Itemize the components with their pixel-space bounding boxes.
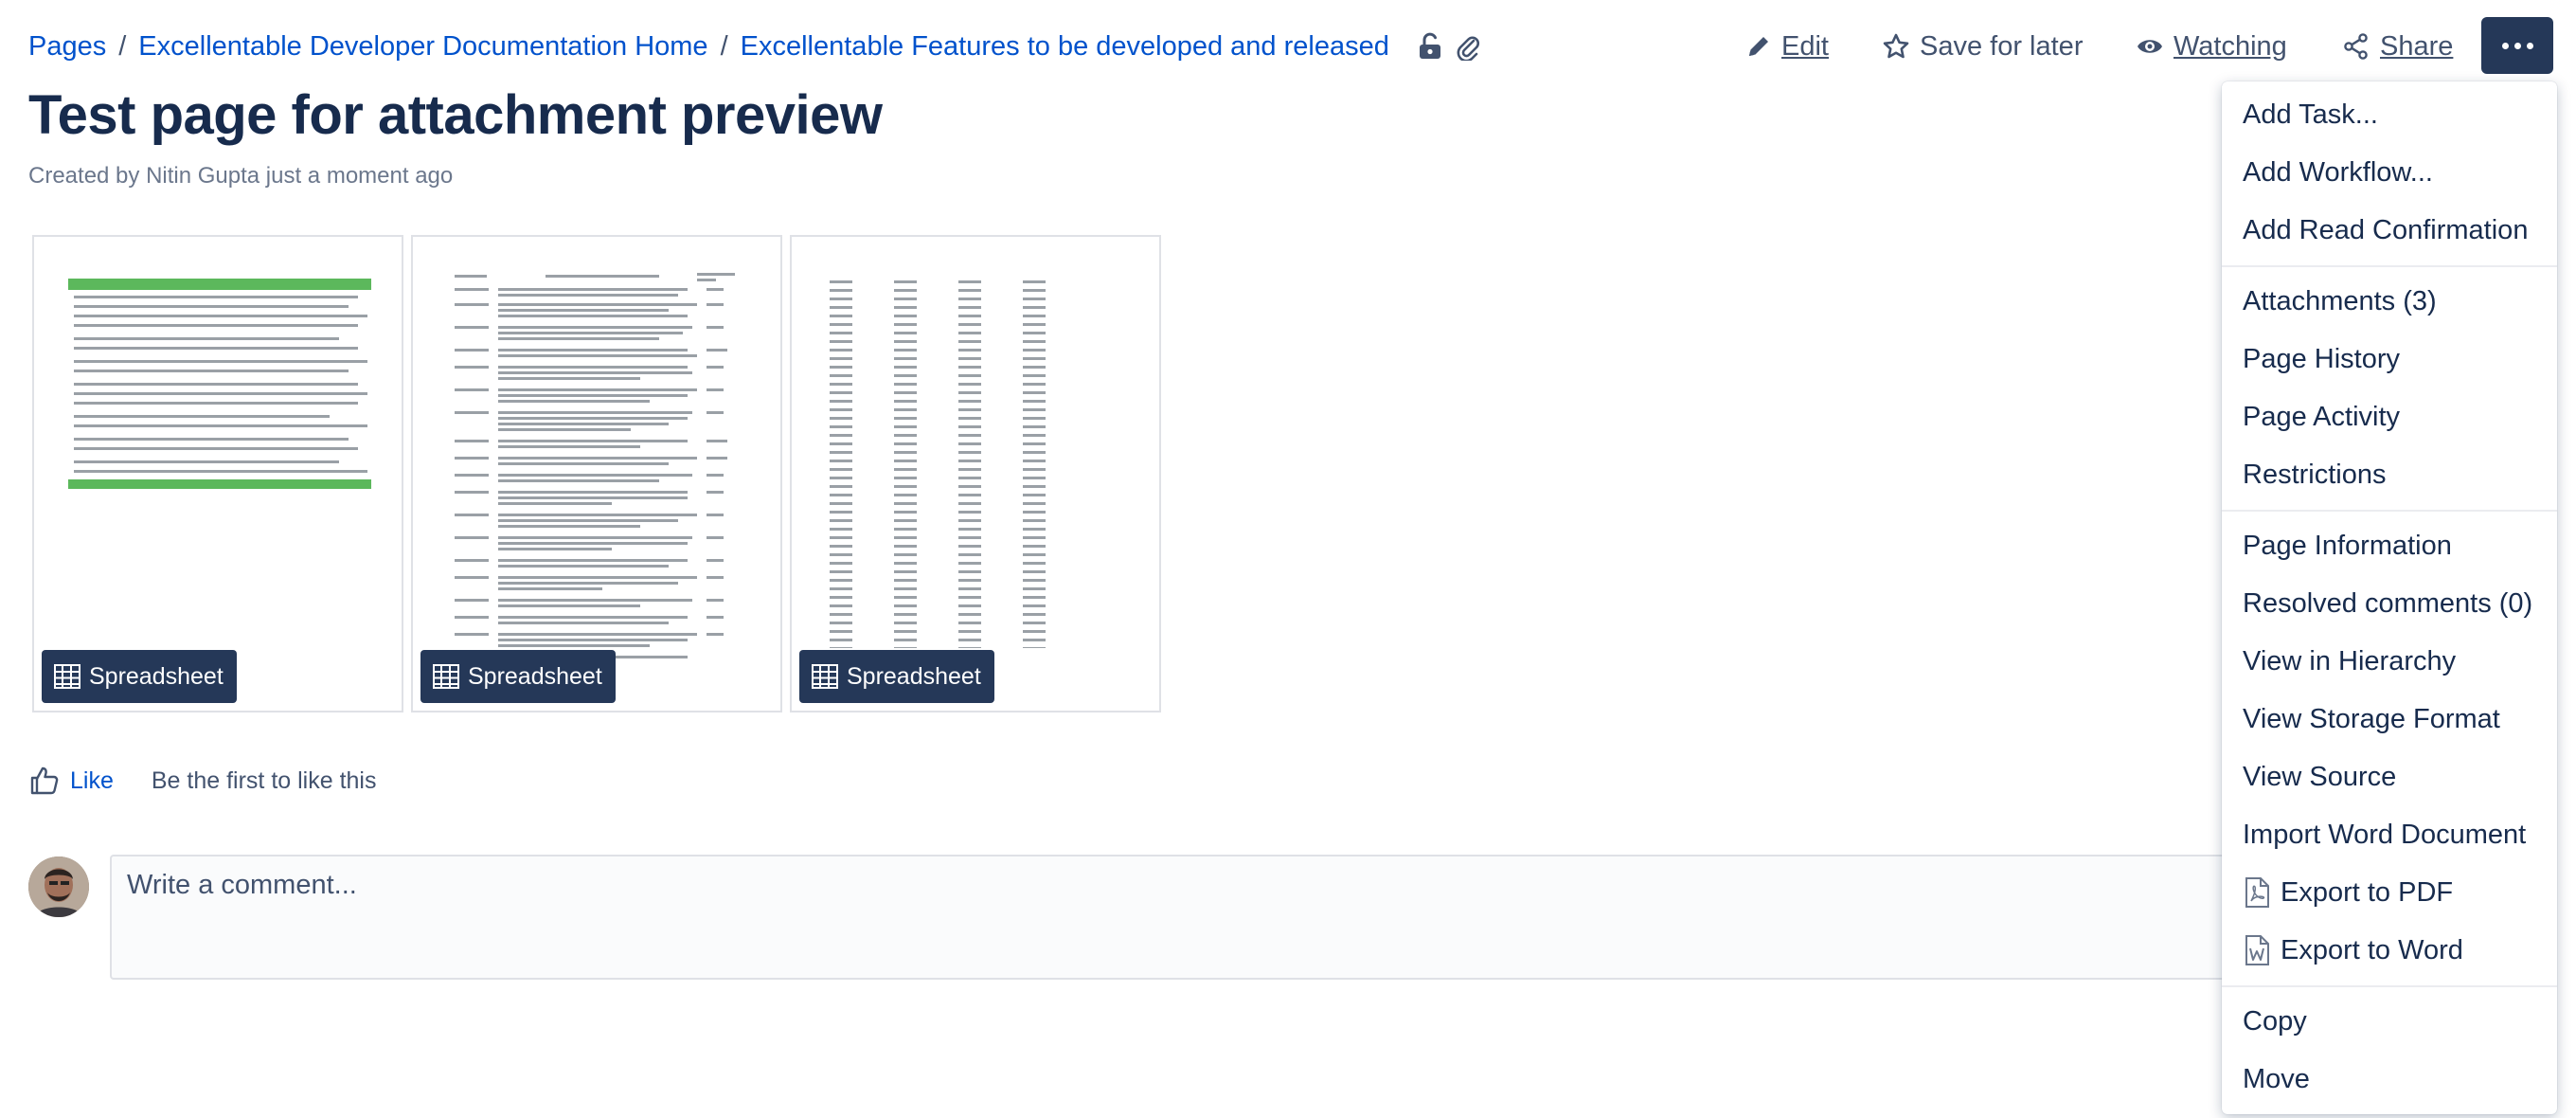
menu-item-page-activity[interactable]: Page Activity bbox=[2243, 393, 2400, 441]
menu-item-resolved-comments[interactable]: Resolved comments (0) bbox=[2243, 580, 2532, 627]
share-icon bbox=[2344, 33, 2368, 60]
spreadsheet-icon bbox=[812, 664, 838, 689]
menu-item-add-read-confirmation[interactable]: Add Read Confirmation bbox=[2243, 207, 2528, 254]
breadcrumb-parent-page[interactable]: Excellentable Features to be developed a… bbox=[741, 31, 1389, 63]
avatar[interactable] bbox=[28, 857, 89, 917]
menu-item-view-in-hierarchy[interactable]: View in Hierarchy bbox=[2243, 638, 2456, 685]
menu-item-label: Add Workflow... bbox=[2243, 156, 2433, 188]
pdf-file-icon bbox=[2245, 877, 2269, 908]
menu-item-label: View in Hierarchy bbox=[2243, 645, 2457, 676]
paperclip-icon[interactable] bbox=[1456, 32, 1480, 61]
badge-label: Spreadsheet bbox=[89, 662, 224, 690]
spreadsheet-badge: Spreadsheet bbox=[799, 650, 994, 703]
menu-divider bbox=[2222, 985, 2557, 987]
menu-item-label: Export to Word bbox=[2281, 934, 2463, 965]
comment-placeholder: Write a comment... bbox=[127, 870, 357, 900]
more-actions-button[interactable] bbox=[2481, 17, 2553, 74]
badge-label: Spreadsheet bbox=[468, 662, 602, 690]
breadcrumb-space-home[interactable]: Excellentable Developer Documentation Ho… bbox=[138, 31, 707, 63]
save-for-later-button[interactable]: Save for later bbox=[1882, 19, 2083, 74]
menu-item-import-word-document[interactable]: Import Word Document bbox=[2243, 811, 2526, 858]
edit-label: Edit bbox=[1781, 30, 1829, 62]
like-summary: Be the first to like this bbox=[151, 766, 377, 794]
menu-item-label: Restrictions bbox=[2243, 459, 2387, 490]
more-dots-icon bbox=[2501, 42, 2509, 49]
menu-item-view-source[interactable]: View Source bbox=[2243, 753, 2396, 801]
menu-item-restrictions[interactable]: Restrictions bbox=[2243, 451, 2387, 498]
like-row: Like Be the first to like this bbox=[28, 762, 376, 800]
menu-item-move[interactable]: Move bbox=[2243, 1055, 2310, 1103]
menu-item-label: Resolved comments (0) bbox=[2243, 587, 2533, 619]
menu-item-export-to-pdf[interactable]: Export to PDF bbox=[2243, 869, 2453, 916]
edit-button[interactable]: Edit bbox=[1745, 19, 1829, 74]
eye-icon bbox=[2138, 40, 2162, 53]
menu-item-label: View Storage Format bbox=[2243, 703, 2500, 734]
menu-item-label: Import Word Document bbox=[2243, 819, 2527, 850]
watching-button[interactable]: Watching bbox=[2136, 19, 2287, 74]
breadcrumb: Pages / Excellentable Developer Document… bbox=[28, 25, 1480, 68]
spreadsheet-thumbnail bbox=[830, 279, 1076, 648]
menu-item-copy[interactable]: Copy bbox=[2243, 998, 2307, 1045]
menu-item-label: Page History bbox=[2243, 343, 2401, 374]
breadcrumb-separator: / bbox=[720, 30, 728, 62]
spreadsheet-badge: Spreadsheet bbox=[42, 650, 237, 703]
menu-item-page-history[interactable]: Page History bbox=[2243, 335, 2400, 383]
spreadsheet-thumbnail bbox=[68, 279, 371, 489]
menu-item-label: Page Information bbox=[2243, 530, 2452, 561]
attachment-preview-2[interactable]: Spreadsheet bbox=[411, 235, 782, 712]
menu-item-label: Attachments (3) bbox=[2243, 285, 2437, 316]
breadcrumb-separator: / bbox=[118, 30, 127, 62]
menu-divider bbox=[2222, 265, 2557, 267]
menu-item-view-storage-format[interactable]: View Storage Format bbox=[2243, 695, 2500, 743]
menu-item-attachments[interactable]: Attachments (3) bbox=[2243, 278, 2437, 325]
menu-item-label: Add Task... bbox=[2243, 99, 2378, 130]
page-title: Test page for attachment preview bbox=[28, 84, 883, 146]
share-button[interactable]: Share bbox=[2342, 19, 2453, 74]
menu-item-label: View Source bbox=[2243, 761, 2397, 792]
menu-item-export-to-word[interactable]: Export to Word bbox=[2243, 927, 2463, 974]
spreadsheet-badge: Spreadsheet bbox=[420, 650, 616, 703]
menu-item-label: Page Activity bbox=[2243, 401, 2401, 432]
spreadsheet-thumbnail bbox=[455, 273, 735, 658]
watching-label: Watching bbox=[2174, 30, 2287, 62]
thumbs-up-icon[interactable] bbox=[28, 765, 61, 797]
spreadsheet-icon bbox=[433, 664, 459, 689]
attachment-preview-1[interactable]: Spreadsheet bbox=[32, 235, 403, 712]
share-label: Share bbox=[2380, 30, 2454, 62]
pencil-icon bbox=[1749, 37, 1768, 56]
menu-item-label: Copy bbox=[2243, 1005, 2307, 1037]
star-icon bbox=[1883, 33, 1909, 59]
breadcrumb-pages[interactable]: Pages bbox=[28, 31, 106, 63]
menu-item-add-workflow[interactable]: Add Workflow... bbox=[2243, 149, 2433, 196]
spreadsheet-icon bbox=[54, 664, 80, 689]
more-actions-menu: Add Task... Add Workflow... Add Read Con… bbox=[2222, 81, 2557, 1114]
save-for-later-label: Save for later bbox=[1920, 30, 2084, 62]
menu-item-label: Move bbox=[2243, 1063, 2310, 1094]
badge-label: Spreadsheet bbox=[847, 662, 981, 690]
like-button[interactable]: Like bbox=[70, 767, 114, 795]
menu-item-add-task[interactable]: Add Task... bbox=[2243, 91, 2378, 138]
unlock-icon[interactable] bbox=[1418, 32, 1442, 61]
page-byline: Created by Nitin Gupta just a moment ago bbox=[28, 163, 454, 189]
attachment-preview-3[interactable]: Spreadsheet bbox=[790, 235, 1161, 712]
menu-item-page-information[interactable]: Page Information bbox=[2243, 522, 2452, 569]
word-file-icon bbox=[2245, 935, 2269, 965]
menu-item-label: Add Read Confirmation bbox=[2243, 214, 2529, 245]
menu-item-label: Export to PDF bbox=[2281, 876, 2454, 908]
menu-divider bbox=[2222, 510, 2557, 512]
comment-input[interactable]: Write a comment... bbox=[110, 855, 2250, 980]
